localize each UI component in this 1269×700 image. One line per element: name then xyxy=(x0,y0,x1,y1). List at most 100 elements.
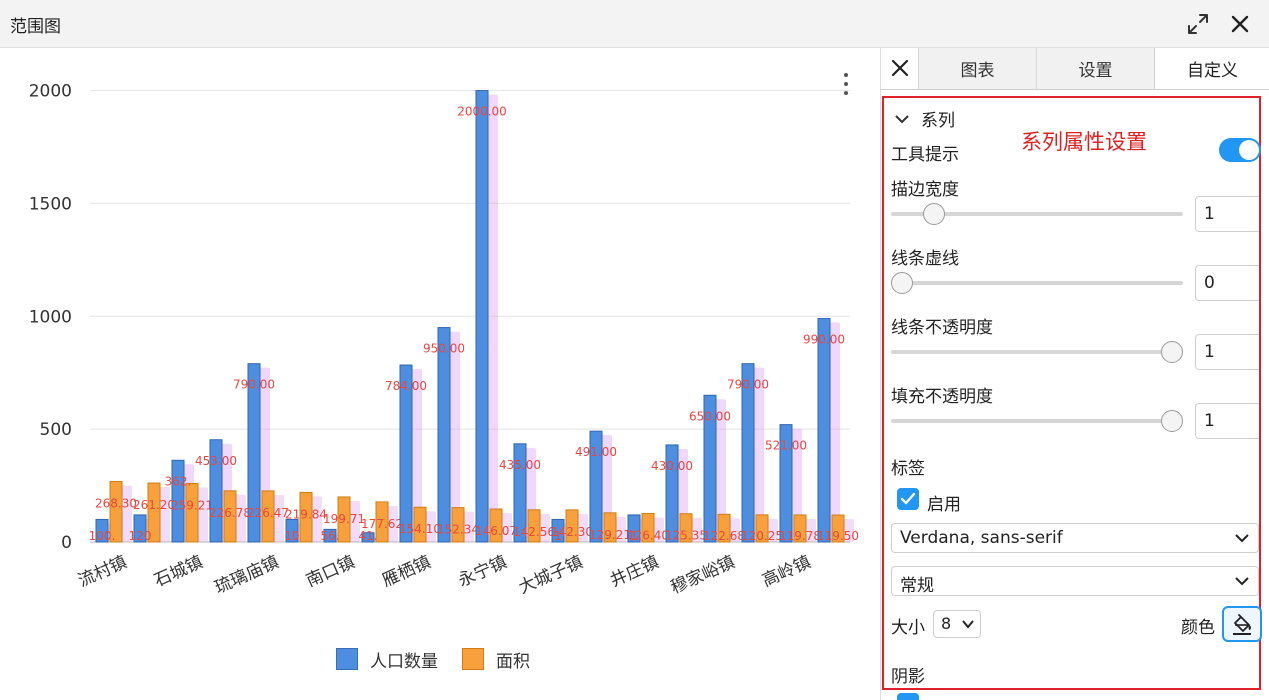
enable-labels-checkbox[interactable] xyxy=(897,488,919,510)
close-icon xyxy=(1231,15,1249,33)
panel-close-button[interactable] xyxy=(881,48,918,88)
x-tick-label: 雁栖镇 xyxy=(379,552,434,591)
font-size-select[interactable]: 8 xyxy=(933,610,981,638)
data-label-area: 122.68 xyxy=(703,529,745,543)
tab-settings-label: 设置 xyxy=(1078,61,1113,81)
dash-slider[interactable] xyxy=(891,271,1183,295)
chevron-down-icon xyxy=(895,114,909,123)
legend-swatch-area xyxy=(462,648,484,670)
data-label-population: 521.00 xyxy=(765,439,807,453)
data-label-population: 41. xyxy=(358,529,377,543)
bar-area xyxy=(185,482,199,543)
tab-settings[interactable]: 设置 xyxy=(1036,48,1154,89)
data-label-area: 259.21 xyxy=(171,498,213,512)
bar-population xyxy=(817,318,831,543)
line-opacity-slider[interactable] xyxy=(891,340,1183,364)
color-label: 颜色 xyxy=(1181,618,1215,638)
data-label-population: 56. xyxy=(320,529,339,543)
data-label-area: 177.62 xyxy=(361,517,403,531)
title-bar: 范围图 xyxy=(0,0,1269,48)
panel-tabs: 图表 设置 自定义 xyxy=(881,48,1269,90)
y-tick-label: 2000 xyxy=(29,82,72,102)
x-tick-label: 石城镇 xyxy=(151,552,206,591)
data-label-area: 119.78 xyxy=(779,529,821,543)
dash-label: 线条虚线 xyxy=(891,249,959,269)
tab-chart[interactable]: 图表 xyxy=(918,48,1036,89)
slider-thumb[interactable] xyxy=(1161,410,1183,432)
font-family-select[interactable]: Verdana, sans-serif xyxy=(891,523,1259,553)
x-tick-label: 南口镇 xyxy=(303,552,358,591)
data-label-area: 226.47 xyxy=(247,506,289,520)
x-tick-label: 永宁镇 xyxy=(455,552,510,591)
data-label-area: 146.07 xyxy=(475,524,517,538)
legend-item-population[interactable]: 人口数量 xyxy=(336,647,438,672)
close-window-button[interactable] xyxy=(1224,8,1256,40)
data-label-area: 152.34 xyxy=(437,523,479,537)
slider-thumb[interactable] xyxy=(923,203,946,225)
annotation-text: 系列属性设置 xyxy=(1021,130,1147,154)
tooltip-label: 工具提示 xyxy=(891,145,959,165)
data-label-population: 784.00 xyxy=(385,379,427,393)
chart-legend: 人口数量 面积 xyxy=(336,646,554,672)
y-tick-label: 500 xyxy=(40,420,72,440)
tooltip-toggle[interactable] xyxy=(1219,138,1261,162)
y-tick-label: 0 xyxy=(61,533,72,553)
data-label-area: 126.40 xyxy=(627,528,669,542)
paint-bucket-icon xyxy=(1233,614,1251,635)
data-label-area: 129.21 xyxy=(589,528,631,542)
tab-customize[interactable]: 自定义 xyxy=(1154,48,1269,89)
data-label-population: 950.00 xyxy=(423,342,465,356)
checkmark-icon xyxy=(900,492,916,505)
series-section-header[interactable]: 系列 xyxy=(895,106,955,131)
data-label-population: 362. xyxy=(165,474,192,488)
color-picker-button[interactable] xyxy=(1222,606,1262,642)
data-label-population: 453.00 xyxy=(195,454,237,468)
fill-opacity-input[interactable]: 1 xyxy=(1195,403,1259,439)
fill-opacity-label: 填充不透明度 xyxy=(891,387,993,407)
x-tick-label: 大城子镇 xyxy=(516,552,586,598)
bar-chart: 0 500 1000 1500 2000 100. 268.30 120 261.20 362. 2… xyxy=(29,82,859,599)
stroke-width-label: 描边宽度 xyxy=(891,180,959,200)
font-size-value: 8 xyxy=(941,614,952,633)
dash-input[interactable]: 0 xyxy=(1195,265,1259,301)
x-tick-label: 流村镇 xyxy=(75,552,130,591)
series-section-title: 系列 xyxy=(921,111,955,131)
line-opacity-input[interactable]: 1 xyxy=(1195,334,1259,370)
fill-opacity-slider[interactable] xyxy=(891,409,1183,433)
font-family-value: Verdana, sans-serif xyxy=(900,528,1063,548)
data-label-population: 10 xyxy=(284,529,299,543)
data-label-population: 120 xyxy=(129,529,152,543)
data-label-population: 100. xyxy=(89,529,116,543)
data-label-area: 142.30 xyxy=(551,525,593,539)
settings-panel: 图表 设置 自定义 系列 系列属性设置 工具提示 描边宽度 1 线条虚线 0 线… xyxy=(880,48,1269,700)
data-label-population: 650.00 xyxy=(689,409,731,423)
line-opacity-label: 线条不透明度 xyxy=(891,318,993,338)
data-label-population: 430.00 xyxy=(651,459,693,473)
font-weight-value: 常规 xyxy=(900,576,934,596)
data-label-area: 226.78 xyxy=(209,506,251,520)
data-label-population: 790.00 xyxy=(233,378,275,392)
y-tick-label: 1500 xyxy=(29,194,72,214)
font-weight-select[interactable]: 常规 xyxy=(891,566,1259,596)
data-label-area: 219.84 xyxy=(285,507,327,521)
data-label-population: 2000.00 xyxy=(457,105,507,119)
data-label-area: 119.50 xyxy=(817,529,859,543)
legend-item-area[interactable]: 面积 xyxy=(462,647,530,672)
bar-population xyxy=(437,327,451,543)
tab-customize-label: 自定义 xyxy=(1187,61,1238,81)
stroke-width-slider[interactable] xyxy=(891,202,1183,226)
data-label-population: 790.00 xyxy=(727,378,769,392)
slider-thumb[interactable] xyxy=(1161,341,1183,363)
y-tick-label: 1000 xyxy=(29,307,72,327)
window-title: 范围图 xyxy=(10,17,61,37)
close-icon xyxy=(891,59,908,77)
stroke-width-input[interactable]: 1 xyxy=(1195,196,1259,232)
enable-labels-label: 启用 xyxy=(927,495,961,515)
maximize-button[interactable] xyxy=(1182,8,1214,40)
tab-chart-label: 图表 xyxy=(960,61,995,81)
legend-label-area: 面积 xyxy=(496,651,530,672)
chevron-down-icon xyxy=(962,620,974,629)
shadow-checkbox[interactable] xyxy=(897,693,919,700)
slider-thumb[interactable] xyxy=(891,272,913,294)
x-tick-label: 高岭镇 xyxy=(759,552,814,591)
